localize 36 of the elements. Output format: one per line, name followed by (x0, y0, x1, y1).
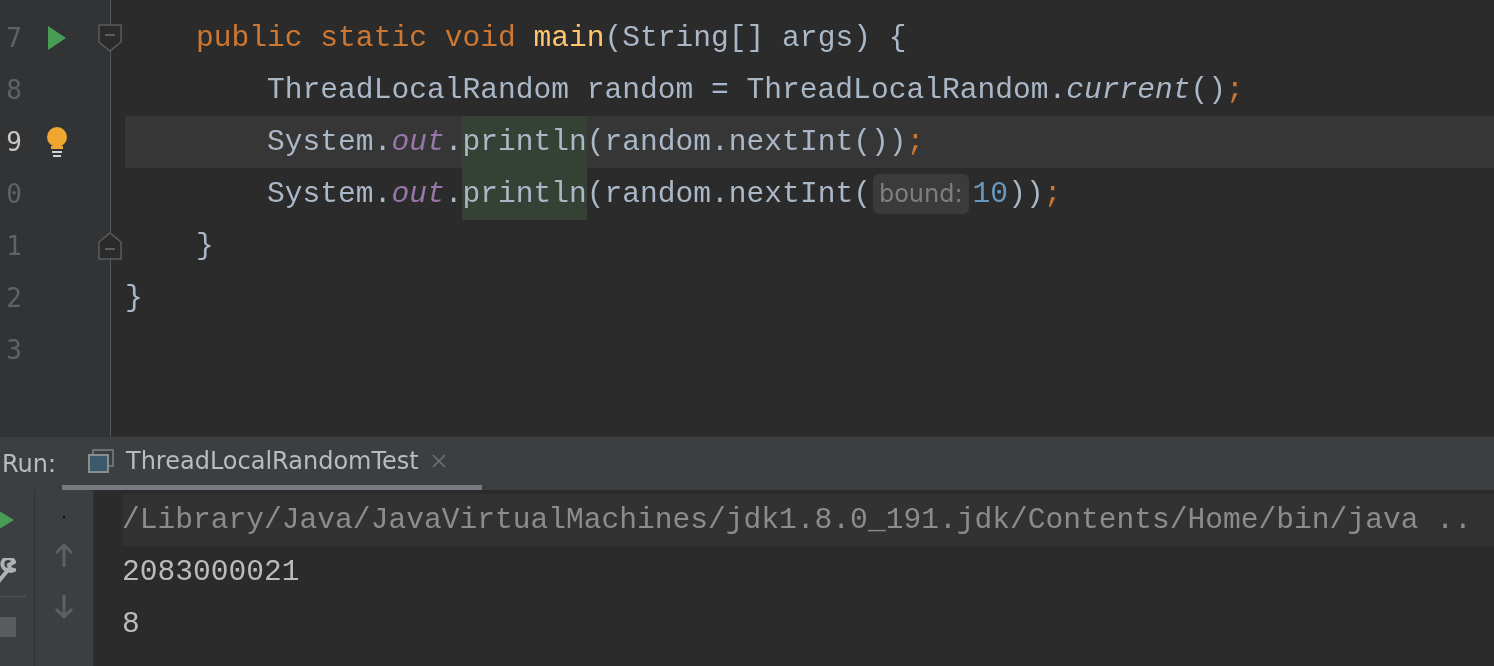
code-token: System. (266, 124, 392, 161)
code-token: (String[] args) { (604, 20, 907, 57)
close-icon[interactable] (430, 453, 447, 469)
code-token: ; (1226, 72, 1244, 109)
code-token: )) (1008, 176, 1044, 213)
code-token: main (533, 20, 605, 57)
code-token: public static void (195, 20, 517, 57)
output-line: 2083000021 (122, 554, 301, 591)
down-arrow-icon[interactable] (54, 594, 74, 620)
fold-icon[interactable] (98, 232, 122, 260)
parameter-hint: bound: (872, 174, 969, 214)
code-token: ThreadLocalRandom random = ThreadLocalRandom. (266, 72, 1067, 109)
code-token: 10 (972, 176, 1009, 213)
code-token: ; (906, 124, 925, 161)
code-token: println (462, 168, 587, 220)
code-token: (random.nextInt( (586, 176, 871, 213)
code-token: ; (1043, 176, 1062, 213)
line-number: 9 (5, 126, 22, 159)
up-arrow-icon[interactable] (54, 542, 74, 568)
code-token: . (444, 176, 463, 213)
code-token: () (1190, 72, 1227, 109)
output-line: 8 (122, 606, 141, 643)
lightbulb-icon[interactable] (46, 127, 68, 157)
code-token: } (195, 228, 214, 265)
fold-icon[interactable] (98, 24, 122, 52)
code-token: . (444, 124, 463, 161)
code-token: println (462, 116, 587, 168)
code-token: out (391, 176, 445, 213)
code-token: (random.nextInt()) (586, 124, 907, 161)
code-token: } (125, 280, 143, 317)
run-icon[interactable] (47, 25, 67, 51)
code-token: current (1066, 72, 1191, 109)
code-token: out (391, 124, 445, 161)
console-icon (88, 449, 114, 473)
code-token: System. (266, 176, 392, 213)
run-label: Run: (2, 449, 58, 480)
